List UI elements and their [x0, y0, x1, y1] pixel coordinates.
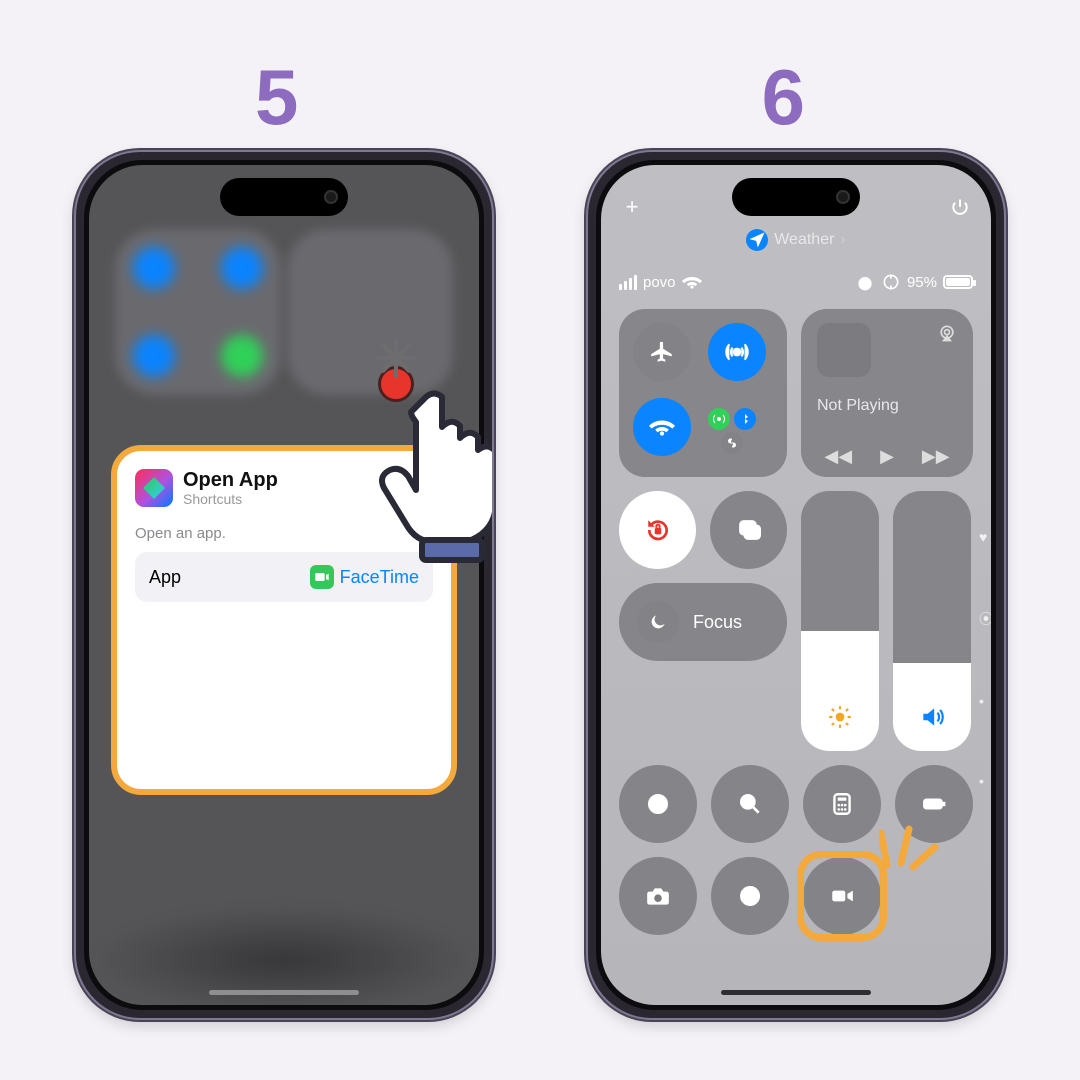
wifi-icon[interactable]	[633, 398, 691, 456]
battery-percentage: 95%	[907, 274, 937, 291]
dynamic-island	[220, 178, 348, 216]
add-control-button[interactable]: +	[619, 194, 645, 220]
airdrop-icon[interactable]	[708, 323, 766, 381]
brightness-icon	[827, 704, 853, 735]
orientation-icon	[881, 272, 901, 292]
heart-icon: ♥	[979, 529, 991, 545]
location-icon	[746, 229, 768, 251]
orientation-lock-icon[interactable]	[619, 491, 696, 569]
rewind-icon[interactable]: ◀◀	[824, 446, 852, 467]
step-number-5: 5	[255, 52, 298, 143]
foreground-app-pill[interactable]: Weather ›	[619, 229, 973, 251]
airplane-icon[interactable]	[633, 323, 691, 381]
carrier-name: povo	[643, 274, 676, 291]
cellular-signal-icon	[619, 275, 637, 290]
phone-step-6: + Weather ›	[586, 150, 1006, 1020]
magnifier-icon[interactable]	[711, 765, 789, 843]
forward-icon[interactable]: ▶▶	[922, 446, 950, 467]
connectivity-tile[interactable]	[619, 309, 787, 477]
calculator-icon[interactable]	[803, 765, 881, 843]
brightness-slider[interactable]	[801, 491, 879, 751]
video-camera-icon[interactable]	[803, 857, 881, 935]
wifi-status-icon	[682, 272, 702, 292]
tap-burst-icon	[366, 354, 426, 414]
hearing-icon: ⦿	[979, 609, 991, 629]
row-label: App	[149, 567, 181, 588]
alarm-icon	[855, 272, 875, 292]
facetime-app-icon	[310, 565, 334, 589]
cellular-icon[interactable]	[708, 408, 730, 430]
airplay-icon[interactable]	[937, 323, 957, 348]
dynamic-island	[732, 178, 860, 216]
moon-icon	[637, 601, 679, 643]
tap-gesture-indicator	[356, 372, 494, 582]
play-icon[interactable]: ▶	[880, 446, 894, 467]
highlight-rays-icon	[879, 823, 939, 873]
focus-button[interactable]: Focus	[619, 583, 787, 661]
volume-slider[interactable]	[893, 491, 971, 751]
chevron-right-icon: ›	[840, 231, 845, 249]
blurred-tile	[115, 229, 281, 395]
foreground-app-name: Weather	[774, 231, 834, 249]
volume-icon	[919, 704, 945, 735]
battery-icon	[943, 275, 973, 289]
shortcuts-app-icon	[135, 469, 173, 507]
now-playing-tile[interactable]: Not Playing ◀◀ ▶ ▶▶	[801, 309, 973, 477]
power-icon[interactable]	[947, 194, 973, 220]
step-number-6: 6	[762, 52, 805, 143]
bluetooth-icon[interactable]	[734, 408, 756, 430]
phone-step-5: Open App Shortcuts Open an app. App Face…	[74, 150, 494, 1020]
personal-hotspot-icon[interactable]	[721, 432, 743, 454]
home-indicator[interactable]	[721, 990, 871, 995]
album-art-placeholder	[817, 323, 871, 377]
focus-label: Focus	[693, 612, 742, 633]
dark-mode-icon[interactable]	[711, 857, 789, 935]
card-title: Open App	[183, 469, 278, 491]
now-playing-text: Not Playing	[817, 397, 957, 415]
camera-icon[interactable]	[619, 857, 697, 935]
status-bar: povo 95%	[619, 269, 973, 295]
page-indicators: ♥ ⦿ • •	[979, 529, 991, 789]
home-indicator[interactable]	[209, 990, 359, 995]
screen-record-icon[interactable]	[619, 765, 697, 843]
screen-mirroring-icon[interactable]	[710, 491, 787, 569]
card-subtitle: Shortcuts	[183, 491, 278, 507]
